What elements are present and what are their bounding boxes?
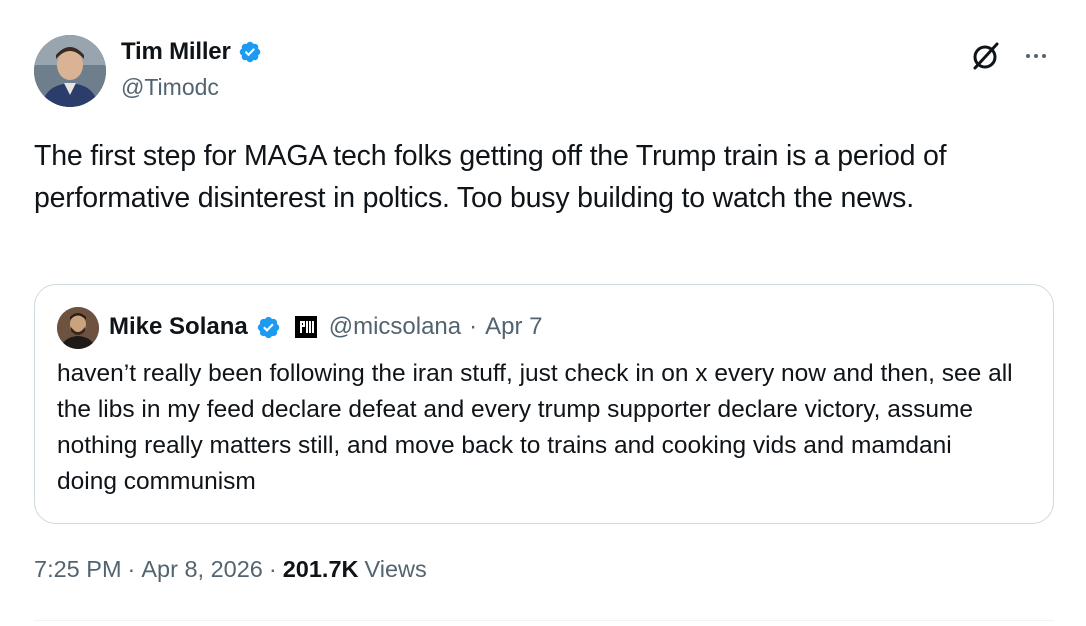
tweet-date[interactable]: Apr 8, 2026 (141, 556, 263, 583)
footer-separator-2: · (268, 556, 277, 582)
more-options-icon[interactable] (1018, 44, 1054, 68)
author-display-name[interactable]: Tim Miller (121, 38, 231, 66)
tweet-time[interactable]: 7:25 PM (34, 556, 122, 583)
grok-icon[interactable] (970, 40, 1002, 72)
tweet-footer: 7:25 PM · Apr 8, 2026 · 201.7K Views (34, 556, 427, 583)
tweet-card: Tim Miller @Timodc The first step for MA… (0, 0, 1086, 626)
quoted-display-name[interactable]: Mike Solana (109, 313, 248, 341)
quoted-separator: · (469, 313, 478, 340)
quoted-date[interactable]: Apr 7 (485, 313, 542, 341)
affiliation-badge-icon[interactable] (294, 316, 317, 338)
quoted-header: Mike Solana @micsolana · Apr 7 (109, 313, 543, 341)
quoted-handle[interactable]: @micsolana (329, 313, 461, 341)
author-name-row: Tim Miller (121, 38, 262, 66)
divider (34, 620, 1054, 621)
views-count: 201.7K (282, 556, 359, 582)
views-label: Views (364, 556, 427, 582)
author-handle[interactable]: @Timodc (121, 74, 219, 101)
quoted-author-avatar[interactable] (57, 307, 99, 349)
verified-badge-icon (238, 40, 262, 64)
footer-separator: · (127, 556, 136, 582)
tweet-text: The first step for MAGA tech folks getti… (34, 140, 947, 214)
author-avatar[interactable] (34, 35, 106, 107)
quoted-verified-badge-icon (256, 315, 281, 340)
quoted-tweet[interactable]: Mike Solana @micsolana · Apr 7 haven’t r… (34, 284, 1054, 524)
quoted-text: haven’t really been following the iran s… (57, 360, 1013, 495)
